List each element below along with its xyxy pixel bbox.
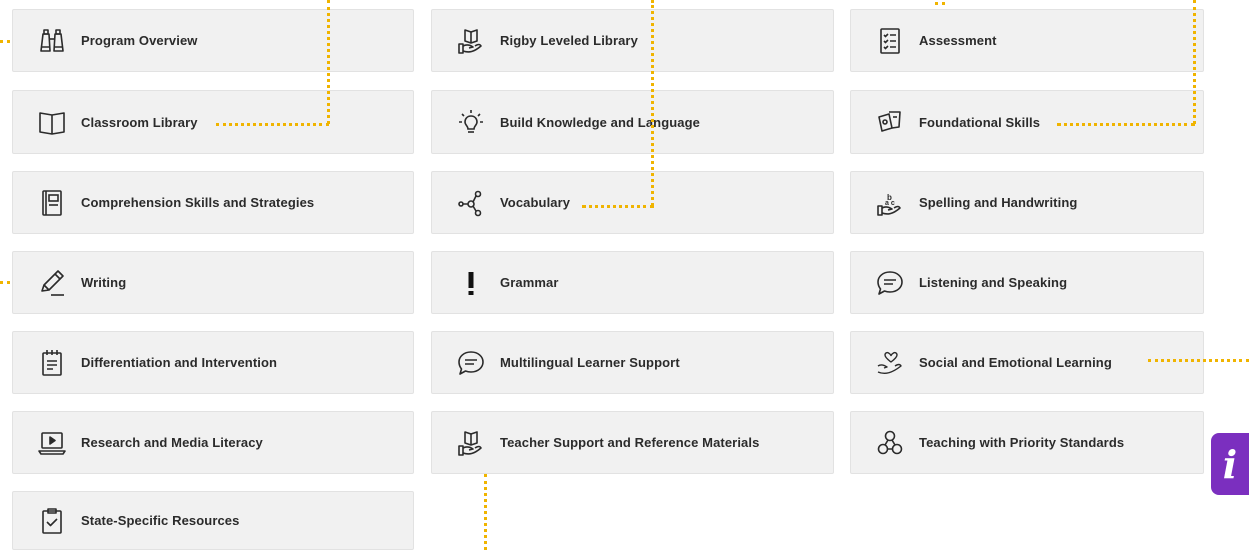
foundational-skills-tile[interactable]: Foundational Skills bbox=[850, 90, 1204, 154]
network-icon bbox=[452, 184, 490, 222]
info-button[interactable]: i bbox=[1211, 433, 1249, 495]
rigby-leveled-library-tile[interactable]: Rigby Leveled Library bbox=[431, 9, 834, 72]
checklist-icon bbox=[871, 22, 909, 60]
tile-label: Multilingual Learner Support bbox=[500, 355, 680, 370]
tile-label: Social and Emotional Learning bbox=[919, 355, 1112, 370]
program-overview-tile[interactable]: Program Overview bbox=[12, 9, 414, 72]
vocabulary-tile[interactable]: Vocabulary bbox=[431, 171, 834, 234]
differentiation-tile[interactable]: Differentiation and Intervention bbox=[12, 331, 414, 394]
listening-speaking-tile[interactable]: Listening and Speaking bbox=[850, 251, 1204, 314]
lightbulb-icon bbox=[452, 103, 490, 141]
tile-label: Build Knowledge and Language bbox=[500, 114, 700, 130]
notebook-icon bbox=[33, 184, 71, 222]
grammar-tile[interactable]: Grammar bbox=[431, 251, 834, 314]
comprehension-tile[interactable]: Comprehension Skills and Strategies bbox=[12, 171, 414, 234]
exclamation-icon bbox=[452, 264, 490, 302]
laptop-play-icon bbox=[33, 424, 71, 462]
multilingual-tile[interactable]: Multilingual Learner Support bbox=[431, 331, 834, 394]
research-media-tile[interactable]: Research and Media Literacy bbox=[12, 411, 414, 474]
teacher-support-tile[interactable]: Teacher Support and Reference Materials bbox=[431, 411, 834, 474]
writing-tile[interactable]: Writing bbox=[12, 251, 414, 314]
svg-text:a c: a c bbox=[885, 200, 895, 207]
spelling-handwriting-tile[interactable]: b a c Spelling and Handwriting bbox=[850, 171, 1204, 234]
tile-label: Assessment bbox=[919, 33, 997, 48]
hand-heart-icon bbox=[871, 344, 909, 382]
state-specific-tile[interactable]: State-Specific Resources bbox=[12, 491, 414, 550]
callout-line bbox=[0, 281, 10, 284]
callout-line bbox=[0, 40, 10, 43]
pencil-icon bbox=[33, 264, 71, 302]
priority-standards-tile[interactable]: Teaching with Priority Standards bbox=[850, 411, 1204, 474]
info-icon: i bbox=[1222, 441, 1238, 487]
callout-line bbox=[935, 2, 945, 5]
open-book-icon bbox=[33, 103, 71, 141]
three-circles-icon bbox=[871, 424, 909, 462]
hand-book-icon bbox=[452, 424, 490, 462]
hand-abc-icon: b a c bbox=[871, 184, 909, 222]
tile-label: Teacher Support and Reference Materials bbox=[500, 435, 760, 450]
tile-label: Foundational Skills bbox=[919, 114, 1041, 130]
tile-label: State-Specific Resources bbox=[81, 513, 240, 528]
tile-label: Grammar bbox=[500, 275, 559, 290]
tile-label: Research and Media Literacy bbox=[81, 435, 263, 450]
assessment-tile[interactable]: Assessment bbox=[850, 9, 1204, 72]
speech-bubble-icon bbox=[871, 264, 909, 302]
speech-bubble-icon bbox=[452, 344, 490, 382]
classroom-library-tile[interactable]: Classroom Library bbox=[12, 90, 414, 154]
tile-label: Comprehension Skills and Strategies bbox=[81, 195, 315, 210]
social-emotional-tile[interactable]: Social and Emotional Learning bbox=[850, 331, 1204, 394]
build-knowledge-tile[interactable]: Build Knowledge and Language bbox=[431, 90, 834, 154]
tile-label: Classroom Library bbox=[81, 114, 198, 130]
hand-book-icon bbox=[452, 22, 490, 60]
tile-label: Writing bbox=[81, 275, 127, 290]
tile-label: Teaching with Priority Standards bbox=[919, 435, 1125, 450]
calendar-note-icon bbox=[33, 344, 71, 382]
tile-label: Spelling and Handwriting bbox=[919, 195, 1078, 210]
tile-label: Listening and Speaking bbox=[919, 275, 1068, 290]
tile-label: Rigby Leveled Library bbox=[500, 33, 638, 48]
clipboard-check-icon bbox=[33, 502, 71, 540]
binoculars-icon bbox=[33, 22, 71, 60]
tile-label: Vocabulary bbox=[500, 195, 571, 210]
tile-label: Differentiation and Intervention bbox=[81, 355, 278, 370]
tile-label: Program Overview bbox=[81, 33, 198, 48]
callout-line bbox=[484, 474, 487, 550]
cards-icon bbox=[871, 103, 909, 141]
